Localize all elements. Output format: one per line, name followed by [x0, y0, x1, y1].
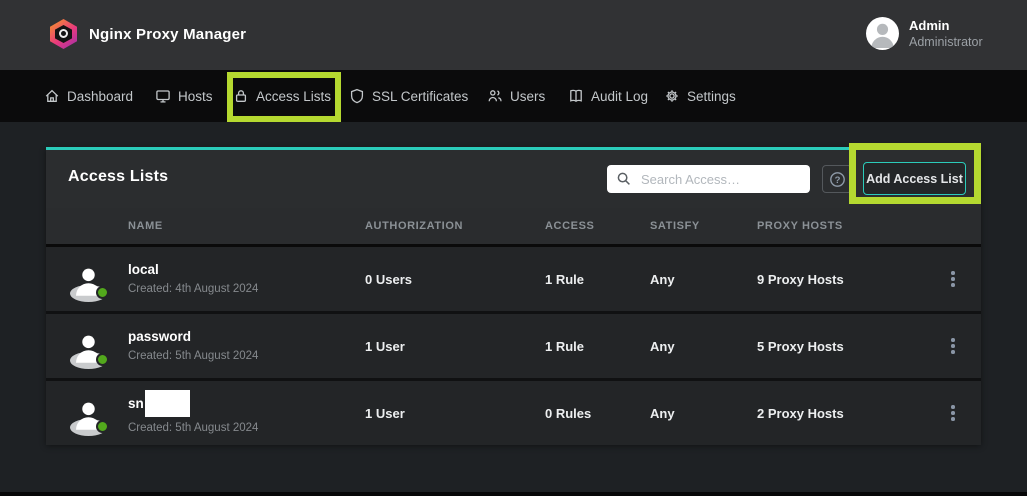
nav-label: Audit Log	[591, 89, 648, 104]
access-lists-panel: Access Lists ? Add Access List NAME AUTH…	[46, 147, 981, 444]
satisfy-cell: Any	[650, 406, 757, 421]
nav-item-dashboard[interactable]: Dashboard	[44, 70, 133, 122]
app-header: Nginx Proxy Manager Admin Administrator	[0, 0, 1027, 70]
status-dot	[96, 420, 109, 433]
row-menu-button[interactable]	[947, 401, 959, 425]
proxy-hosts-cell: 9 Proxy Hosts	[757, 272, 925, 287]
add-access-list-button[interactable]: Add Access List	[863, 162, 966, 195]
authorization-cell: 1 User	[365, 339, 545, 354]
gear-icon	[664, 88, 680, 104]
panel-title: Access Lists	[68, 168, 168, 186]
satisfy-cell: Any	[650, 339, 757, 354]
table-row: password Created: 5th August 2024 1 User…	[46, 314, 981, 378]
proxy-hosts-cell: 5 Proxy Hosts	[757, 339, 925, 354]
table-row: local Created: 4th August 2024 0 Users 1…	[46, 247, 981, 311]
user-avatar	[866, 17, 899, 50]
proxy-hosts-cell: 2 Proxy Hosts	[757, 406, 925, 421]
nav-item-access-lists[interactable]: Access Lists	[233, 70, 331, 122]
nav-item-audit-log[interactable]: Audit Log	[568, 70, 648, 122]
column-header-proxy-hosts: PROXY HOSTS	[757, 220, 925, 232]
nav-item-hosts[interactable]: Hosts	[155, 70, 213, 122]
user-role: Administrator	[909, 34, 983, 50]
shield-icon	[349, 88, 365, 104]
row-menu-button[interactable]	[947, 334, 959, 358]
monitor-icon	[155, 88, 171, 104]
home-icon	[44, 88, 60, 104]
search-icon	[616, 171, 632, 187]
column-header-authorization: AUTHORIZATION	[365, 220, 545, 232]
nav-item-ssl-certificates[interactable]: SSL Certificates	[349, 70, 468, 122]
user-menu[interactable]: Admin Administrator	[866, 17, 983, 50]
access-cell: 0 Rules	[545, 406, 650, 421]
authorization-cell: 1 User	[365, 406, 545, 421]
nav-label: Settings	[687, 89, 736, 104]
satisfy-cell: Any	[650, 272, 757, 287]
nav-item-users[interactable]: Users	[487, 70, 545, 122]
row-avatar	[70, 395, 107, 432]
user-name: Admin	[909, 17, 983, 34]
row-avatar	[70, 261, 107, 298]
created-date: Created: 5th August 2024	[128, 350, 258, 362]
row-avatar	[70, 328, 107, 365]
status-dot	[96, 353, 109, 366]
access-lists-table: NAME AUTHORIZATION ACCESS SATISFY PROXY …	[46, 208, 981, 445]
help-circle-icon: ?	[829, 171, 846, 188]
access-cell: 1 Rule	[545, 272, 650, 287]
user-text: Admin Administrator	[909, 17, 983, 50]
nav-label: SSL Certificates	[372, 89, 468, 104]
access-list-name: sn	[128, 395, 144, 413]
authorization-cell: 0 Users	[365, 272, 545, 287]
nav-label: Access Lists	[256, 89, 331, 104]
table-row: sn Created: 5th August 2024 1 User 0 Rul…	[46, 381, 981, 445]
table-header-row: NAME AUTHORIZATION ACCESS SATISFY PROXY …	[46, 208, 981, 244]
column-header-name: NAME	[128, 220, 365, 232]
created-date: Created: 5th August 2024	[128, 422, 258, 434]
main-nav: Dashboard Hosts Access Lists SSL Certifi…	[0, 70, 1027, 122]
column-header-satisfy: SATISFY	[650, 220, 757, 232]
search-box	[607, 165, 810, 193]
access-list-name: local	[128, 261, 365, 279]
redaction-box	[145, 390, 190, 417]
access-list-name: password	[128, 328, 365, 346]
brand: Nginx Proxy Manager	[50, 19, 246, 49]
app-logo-icon	[50, 19, 77, 49]
nav-label: Users	[510, 89, 545, 104]
window-bottom-edge	[0, 492, 1027, 496]
created-date: Created: 4th August 2024	[128, 283, 258, 295]
help-button[interactable]: ?	[822, 165, 852, 193]
nav-label: Hosts	[178, 89, 213, 104]
book-icon	[568, 88, 584, 104]
search-input[interactable]	[607, 165, 810, 193]
nginx-proxy-manager-app: Nginx Proxy Manager Admin Administrator …	[0, 0, 1027, 496]
access-cell: 1 Rule	[545, 339, 650, 354]
nav-label: Dashboard	[67, 89, 133, 104]
row-menu-button[interactable]	[947, 267, 959, 291]
svg-text:?: ?	[834, 174, 840, 185]
users-icon	[487, 88, 503, 104]
column-header-access: ACCESS	[545, 220, 650, 232]
lock-icon	[233, 88, 249, 104]
nav-item-settings[interactable]: Settings	[664, 70, 736, 122]
app-title: Nginx Proxy Manager	[89, 26, 246, 43]
panel-header: Access Lists ? Add Access List	[46, 150, 981, 208]
status-dot	[96, 286, 109, 299]
